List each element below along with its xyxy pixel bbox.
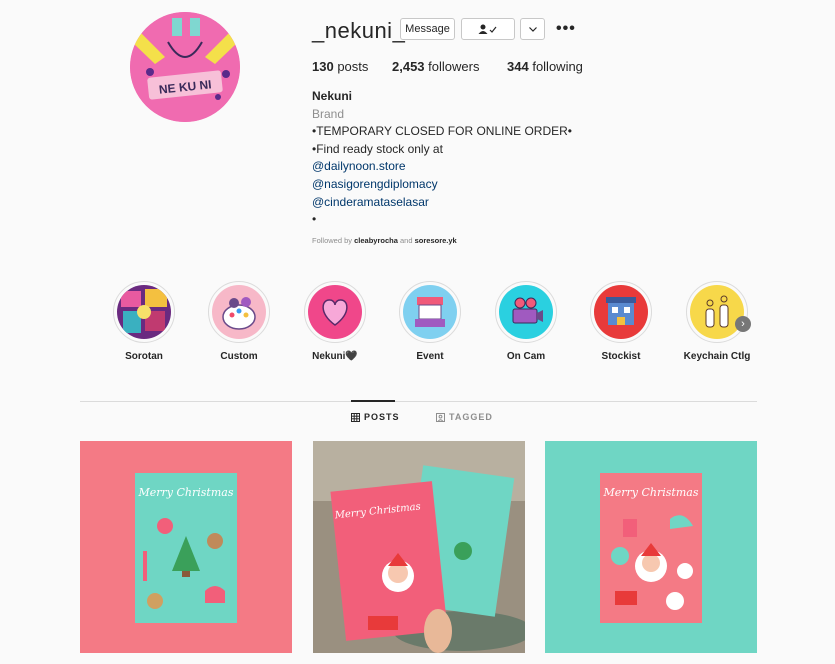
store-building-icon bbox=[594, 285, 648, 339]
followed-by-user[interactable]: soresore.yk bbox=[415, 236, 457, 245]
post-thumbnail[interactable]: Merry Christmas bbox=[313, 441, 525, 653]
highlight-ring bbox=[304, 281, 366, 343]
followers-stat[interactable]: 2,453 followers bbox=[392, 59, 479, 74]
posts-count: 130 bbox=[312, 59, 334, 74]
highlight-ring bbox=[590, 281, 652, 343]
highlight-event[interactable]: Event bbox=[399, 281, 461, 362]
bio-mention-link[interactable]: @dailynoon.store bbox=[312, 158, 572, 176]
following-button[interactable] bbox=[461, 18, 515, 40]
video-camera-icon bbox=[499, 285, 553, 339]
highlight-ring bbox=[495, 281, 557, 343]
bio-mention-link[interactable]: @nasigorengdiplomacy bbox=[312, 176, 572, 194]
followers-label: followers bbox=[428, 59, 480, 74]
highlight-custom[interactable]: Custom bbox=[208, 281, 270, 362]
post-thumbnail[interactable]: Merry Christmas bbox=[80, 441, 292, 653]
profile-category: Brand bbox=[312, 106, 345, 121]
profile-avatar[interactable]: NE KU NI bbox=[130, 12, 240, 122]
highlight-label: Sorotan bbox=[125, 351, 163, 362]
following-stat[interactable]: 344 following bbox=[507, 59, 583, 74]
bio-line: •Find ready stock only at bbox=[312, 141, 443, 156]
tagged-person-icon bbox=[436, 412, 445, 422]
tabs-divider bbox=[80, 401, 757, 402]
highlight-label: On Cam bbox=[506, 351, 546, 362]
highlight-keychain-ctlg[interactable]: Keychain Ctlg bbox=[684, 281, 750, 362]
highlight-ring bbox=[686, 281, 748, 343]
highlight-label: Event bbox=[416, 351, 444, 362]
followers-count: 2,453 bbox=[392, 59, 425, 74]
artist-palette-icon bbox=[212, 285, 266, 339]
followed-by-joiner: and bbox=[400, 236, 413, 245]
highlight-on-cam[interactable]: On Cam bbox=[495, 281, 557, 362]
more-options-icon[interactable]: ••• bbox=[556, 18, 576, 40]
posts-stat: 130 posts bbox=[312, 59, 368, 74]
highlight-stockist[interactable]: Stockist bbox=[590, 281, 652, 362]
highlights-next-arrow-icon[interactable]: › bbox=[735, 316, 751, 332]
collage-icon bbox=[117, 285, 171, 339]
highlight-sorotan[interactable]: Sorotan bbox=[113, 281, 175, 362]
message-button[interactable]: Message bbox=[400, 18, 455, 40]
heart-icon bbox=[308, 285, 362, 339]
active-tab-indicator bbox=[351, 400, 395, 402]
highlight-nekuni[interactable]: Nekuni🖤 bbox=[304, 281, 366, 362]
post-caption-text: Merry Christmas bbox=[603, 486, 699, 499]
booth-stall-icon bbox=[403, 285, 457, 339]
highlight-label: Stockist bbox=[601, 351, 641, 362]
profile-page: NE KU NI _nekuni_ Message ••• 130 posts … bbox=[0, 0, 835, 664]
following-label: following bbox=[532, 59, 583, 74]
highlight-label: Keychain Ctlg bbox=[683, 351, 751, 362]
keychain-bottles-icon bbox=[690, 285, 744, 339]
profile-username: _nekuni_ bbox=[312, 18, 406, 43]
following-count: 344 bbox=[507, 59, 529, 74]
followed-by-prefix: Followed by bbox=[312, 236, 353, 245]
christmas-card-photo: Merry Christmas bbox=[313, 441, 525, 653]
profile-display-name: Nekuni bbox=[312, 89, 353, 103]
tab-posts[interactable]: POSTS bbox=[351, 412, 400, 422]
suggestions-dropdown-button[interactable] bbox=[520, 18, 545, 40]
posts-label: posts bbox=[337, 59, 369, 74]
highlight-label: Custom bbox=[220, 351, 258, 362]
avatar-illustration: NE KU NI bbox=[130, 12, 240, 122]
bio-mention-link[interactable]: @cinderamataselasar bbox=[312, 194, 572, 212]
followed-by-user[interactable]: cleabyrocha bbox=[354, 236, 398, 245]
highlight-ring bbox=[208, 281, 270, 343]
highlight-label: Nekuni🖤 bbox=[312, 351, 358, 362]
highlight-ring bbox=[113, 281, 175, 343]
person-check-icon bbox=[478, 24, 497, 34]
profile-bio: Nekuni Brand •TEMPORARY CLOSED FOR ONLIN… bbox=[312, 88, 572, 229]
tab-posts-label: POSTS bbox=[364, 412, 400, 422]
christmas-card-image: Merry Christmas bbox=[545, 441, 757, 653]
followed-by-text[interactable]: Followed by cleabyrocha and soresore.yk bbox=[312, 236, 457, 245]
tab-tagged-label: TAGGED bbox=[449, 412, 493, 422]
christmas-card-image: Merry Christmas bbox=[80, 441, 292, 653]
post-caption-text: Merry Christmas bbox=[138, 486, 234, 499]
highlight-ring bbox=[399, 281, 461, 343]
bio-line: • bbox=[312, 212, 317, 227]
post-thumbnail[interactable]: Merry Christmas bbox=[545, 441, 757, 653]
grid-icon bbox=[351, 412, 360, 422]
chevron-down-icon bbox=[528, 26, 537, 32]
bio-line: •TEMPORARY CLOSED FOR ONLINE ORDER• bbox=[312, 124, 573, 139]
tab-tagged[interactable]: TAGGED bbox=[436, 412, 493, 422]
